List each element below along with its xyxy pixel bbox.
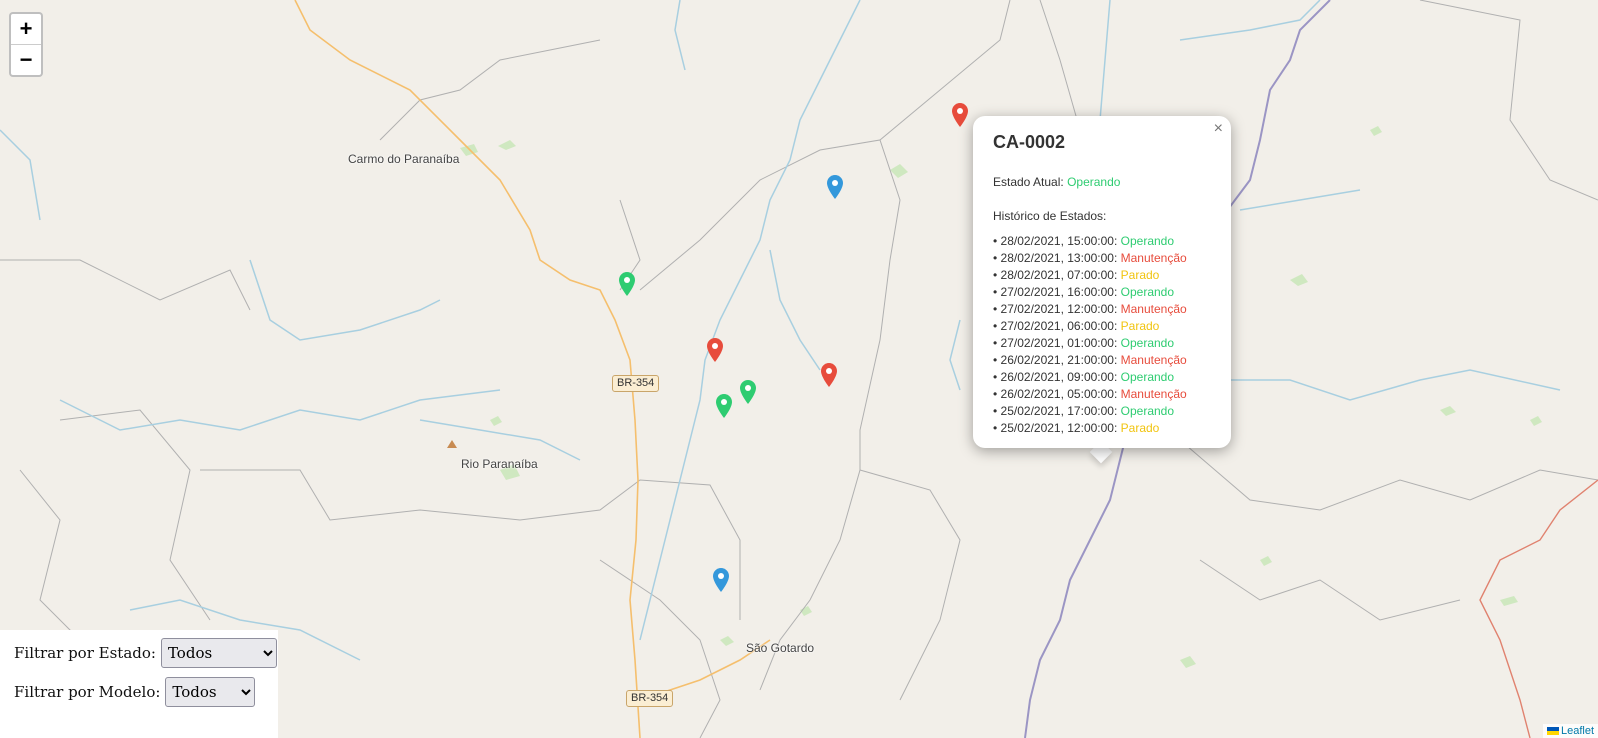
history-time: • 27/02/2021, 01:00:00: — [993, 336, 1121, 350]
map-marker-icon[interactable] — [707, 338, 723, 362]
map-marker-icon[interactable] — [716, 394, 732, 418]
map-marker-icon[interactable] — [619, 272, 635, 296]
machine-popup: × CA-0002 Estado Atual: Operando Históri… — [973, 116, 1231, 448]
history-time: • 27/02/2021, 16:00:00: — [993, 285, 1121, 299]
history-item: • 27/02/2021, 01:00:00: Operando — [993, 335, 1187, 352]
history-state: Manutenção — [1120, 302, 1187, 316]
ukraine-flag-icon — [1546, 727, 1559, 736]
history-state: Parado — [1120, 268, 1160, 282]
place-label-rio: Rio Paranaíba — [461, 457, 538, 471]
filter-estado-select[interactable]: Todos — [160, 638, 277, 668]
map-marker-icon[interactable] — [740, 380, 756, 404]
filter-panel: Filtrar por Estado: Todos Filtrar por Mod… — [0, 630, 278, 738]
place-label-sao: São Gotardo — [746, 641, 815, 655]
history-time: • 26/02/2021, 21:00:00: — [993, 353, 1121, 367]
history-item: • 28/02/2021, 07:00:00: Parado — [993, 267, 1187, 284]
history-list: • 28/02/2021, 15:00:00: Operando • 28/02/… — [993, 233, 1187, 437]
zoom-in-button[interactable]: + — [11, 14, 41, 45]
history-time: • 27/02/2021, 12:00:00: — [993, 302, 1121, 316]
history-state: Manutenção — [1120, 353, 1187, 367]
history-item: • 27/02/2021, 16:00:00: Operando — [993, 284, 1187, 301]
filter-modelo-row: Filtrar por Modelo: Todos — [14, 677, 256, 707]
current-state: Estado Atual: Operando — [993, 175, 1120, 189]
map-marker-icon[interactable] — [827, 175, 843, 199]
history-item: • 25/02/2021, 17:00:00: Operando — [993, 403, 1187, 420]
history-item: • 28/02/2021, 13:00:00: Manutenção — [993, 250, 1187, 267]
history-label: Histórico de Estados: — [993, 209, 1107, 223]
history-time: • 25/02/2021, 12:00:00: — [993, 421, 1121, 435]
history-item: • 26/02/2021, 21:00:00: Manutenção — [993, 352, 1187, 369]
filter-modelo-label: Filtrar por Modelo: — [14, 683, 161, 701]
close-icon[interactable]: × — [1214, 120, 1223, 138]
filter-estado-row: Filtrar por Estado: Todos — [14, 638, 277, 668]
history-item: • 27/02/2021, 12:00:00: Manutenção — [993, 301, 1187, 318]
history-time: • 25/02/2021, 17:00:00: — [993, 404, 1121, 418]
map-marker-icon[interactable] — [713, 568, 729, 592]
history-state: Parado — [1120, 319, 1160, 333]
history-item: • 26/02/2021, 05:00:00: Manutenção — [993, 386, 1187, 403]
filter-estado-label: Filtrar por Estado: — [14, 644, 156, 662]
zoom-control: + − — [9, 12, 43, 77]
map-marker-icon[interactable] — [952, 103, 968, 127]
history-item: • 26/02/2021, 09:00:00: Operando — [993, 369, 1187, 386]
map-background[interactable] — [0, 0, 1598, 738]
history-state: Operando — [1120, 285, 1175, 299]
history-state: Operando — [1120, 404, 1175, 418]
history-state: Operando — [1120, 234, 1175, 248]
history-time: • 28/02/2021, 07:00:00: — [993, 268, 1121, 282]
road-shield-br354-south: BR-354 — [626, 690, 674, 707]
attribution-link[interactable]: Leaflet — [1561, 725, 1594, 737]
place-label-carmo: Carmo do Paranaíba — [348, 152, 460, 166]
history-item: • 25/02/2021, 12:00:00: Parado — [993, 420, 1187, 437]
current-state-value: Operando — [1067, 175, 1121, 189]
history-state: Operando — [1120, 370, 1175, 384]
history-state: Manutenção — [1120, 387, 1187, 401]
history-state: Operando — [1120, 336, 1175, 350]
history-item: • 27/02/2021, 06:00:00: Parado — [993, 318, 1187, 335]
history-state: Parado — [1120, 421, 1160, 435]
history-state: Manutenção — [1120, 251, 1187, 265]
map-marker-icon[interactable] — [821, 363, 837, 387]
popup-title: CA-0002 — [993, 132, 1066, 152]
attribution[interactable]: Leaflet — [1542, 724, 1598, 738]
history-time: • 26/02/2021, 09:00:00: — [993, 370, 1121, 384]
zoom-out-button[interactable]: − — [11, 45, 41, 75]
filter-modelo-select[interactable]: Todos — [165, 677, 256, 707]
road-shield-br354: BR-354 — [612, 375, 660, 392]
history-time: • 28/02/2021, 13:00:00: — [993, 251, 1121, 265]
history-item: • 28/02/2021, 15:00:00: Operando — [993, 233, 1187, 250]
history-time: • 27/02/2021, 06:00:00: — [993, 319, 1121, 333]
current-state-label: Estado Atual: — [993, 175, 1064, 189]
history-time: • 28/02/2021, 15:00:00: — [993, 234, 1121, 248]
history-time: • 26/02/2021, 05:00:00: — [993, 387, 1121, 401]
